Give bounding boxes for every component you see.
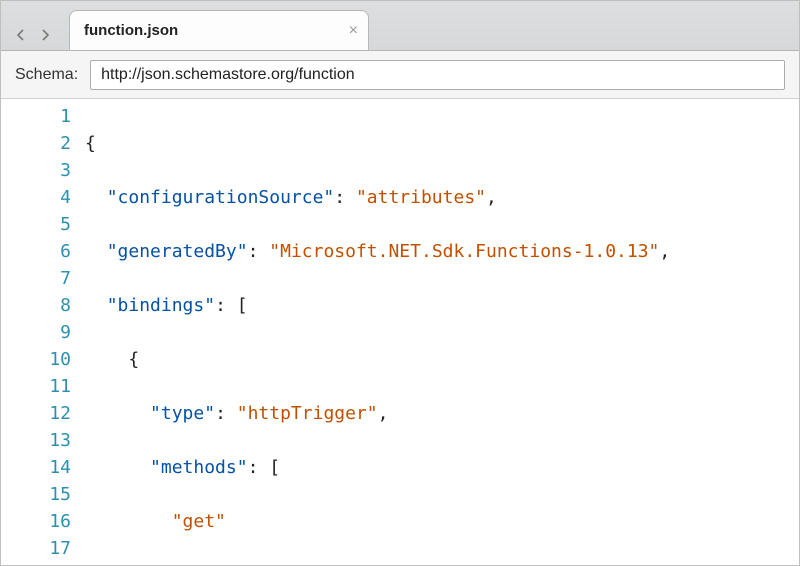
code-area[interactable]: { "configurationSource": "attributes", "… [85, 99, 799, 565]
line-gutter: 1234567891011121314151617 [1, 99, 85, 565]
schema-bar: Schema: [1, 51, 799, 99]
json-key: "methods" [150, 457, 248, 478]
json-key: "type" [150, 403, 215, 424]
json-string: "Microsoft.NET.Sdk.Functions-1.0.13" [269, 241, 659, 262]
nav-back-button[interactable] [9, 20, 33, 50]
json-string: "get" [172, 511, 226, 532]
json-key: "bindings" [107, 295, 215, 316]
nav-forward-button[interactable] [33, 20, 57, 50]
chevron-right-icon [39, 29, 51, 41]
file-tab-title: function.json [84, 22, 178, 39]
editor-window: function.json × Schema: 1234567891011121… [0, 0, 800, 566]
tab-bar: function.json × [1, 1, 799, 51]
json-string: "attributes" [356, 187, 486, 208]
json-key: "configurationSource" [107, 187, 335, 208]
schema-label: Schema: [15, 66, 78, 84]
file-tab[interactable]: function.json × [69, 10, 369, 50]
chevron-left-icon [15, 29, 27, 41]
schema-input[interactable] [90, 60, 785, 90]
close-icon[interactable]: × [349, 22, 358, 40]
json-string: "httpTrigger" [237, 403, 378, 424]
json-key: "generatedBy" [107, 241, 248, 262]
code-editor[interactable]: 1234567891011121314151617 { "configurati… [1, 99, 799, 565]
